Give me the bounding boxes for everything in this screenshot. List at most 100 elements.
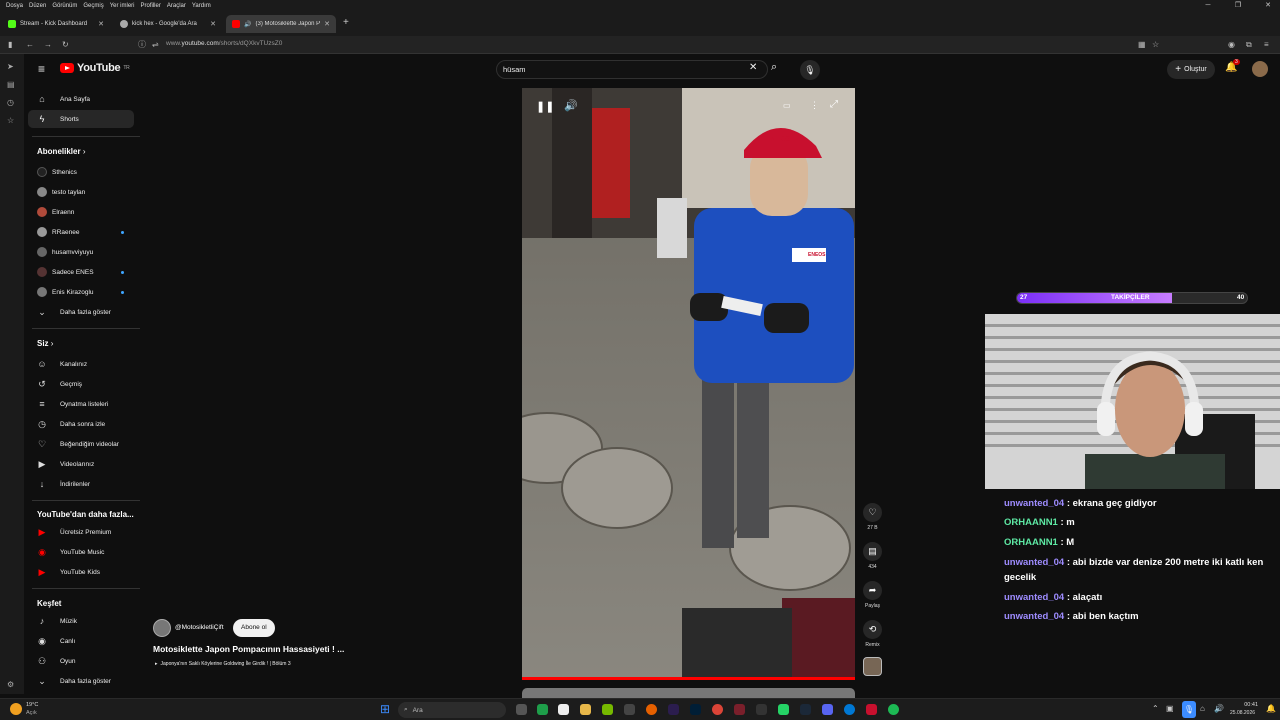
app-icon[interactable] xyxy=(866,704,877,715)
remix-icon[interactable]: ⟲ xyxy=(863,620,882,639)
show-more-button[interactable]: ⌄ Daha fazla göster xyxy=(28,303,134,321)
close-window-icon[interactable]: ✕ xyxy=(1256,0,1280,12)
microphone-active-icon[interactable]: 🎙 xyxy=(1182,701,1196,718)
sidebar-item-kids[interactable]: ▶ YouTube Kids xyxy=(28,563,134,581)
menu-tools[interactable]: Araçlar xyxy=(167,3,186,9)
microphone-icon[interactable]: 🎙 xyxy=(800,60,820,80)
short-title[interactable]: Motosiklette Japon Pompacının Hassasiyet… xyxy=(153,644,344,654)
url-field[interactable]: www.youtube.com/shorts/dQXkvTUzsZ0 xyxy=(166,40,282,47)
task-view-icon[interactable] xyxy=(516,704,527,715)
channel-avatar[interactable] xyxy=(153,619,171,637)
tray-app-icon[interactable]: ▣ xyxy=(1166,704,1174,713)
sidebar-sub-item[interactable]: Enis Kirazoglu xyxy=(28,283,134,301)
sidebar-item-downloads[interactable]: ↓ İndirilenler xyxy=(28,475,134,493)
sidebar-item-your-videos[interactable]: ▶ Videolarınız xyxy=(28,455,134,473)
bookmark-star-icon[interactable]: ☆ xyxy=(1152,40,1159,50)
sidebar-sub-item[interactable]: RRaenee xyxy=(28,223,134,241)
sidebar-sub-item[interactable]: Elraenn xyxy=(28,203,134,221)
photoshop-icon[interactable] xyxy=(690,704,701,715)
tune-icon[interactable]: ⇌ xyxy=(152,40,159,50)
more-options-icon[interactable]: ⋮ xyxy=(810,100,819,111)
tab-kick-dashboard[interactable]: Stream - Kick Dashboard ✕ xyxy=(2,15,110,33)
premiere-icon[interactable] xyxy=(668,704,679,715)
windows-start-icon[interactable]: ⊞ xyxy=(380,703,390,715)
weather-temp[interactable]: 19°C xyxy=(26,702,38,708)
close-tab-icon[interactable]: ✕ xyxy=(210,20,216,28)
heart-icon[interactable]: ♡ xyxy=(863,503,882,522)
steam-icon[interactable] xyxy=(800,704,811,715)
sidebar-item-watch-later[interactable]: ◷ Daha sonra izle xyxy=(28,415,134,433)
share-icon[interactable]: ➦ xyxy=(863,581,882,600)
fullscreen-icon[interactable]: ⤢ xyxy=(830,99,838,110)
whatsapp-icon[interactable] xyxy=(778,704,789,715)
menu-file[interactable]: Dosya xyxy=(6,3,23,9)
menu-history[interactable]: Geçmiş xyxy=(83,3,103,9)
sidebar-item-playlists[interactable]: ≡ Oynatma listeleri xyxy=(28,395,134,413)
page-icon[interactable]: ▤ xyxy=(7,80,15,89)
history-rail-icon[interactable]: ◷ xyxy=(7,98,14,107)
clock-date[interactable]: 25.08.2026 xyxy=(1230,710,1255,716)
create-button[interactable]: + Oluştur xyxy=(1167,60,1215,79)
menu-bookmarks[interactable]: Yer imleri xyxy=(110,3,135,9)
network-icon[interactable]: ⌂ xyxy=(1200,704,1205,713)
file-explorer-icon[interactable] xyxy=(580,704,591,715)
sidebar-item-home[interactable]: ⌂ Ana Sayfa xyxy=(28,90,134,108)
sidebar-item-music[interactable]: ◉ YouTube Music xyxy=(28,543,134,561)
spotify-icon[interactable] xyxy=(888,704,899,715)
playlist-link[interactable]: ▸ Japonya'nın Saklı Köylerine Goldwing İl… xyxy=(155,661,291,667)
sidebar-sub-item[interactable]: Sadece ENES xyxy=(28,263,134,281)
menu-help[interactable]: Yardım xyxy=(192,3,211,9)
sound-thumbnail[interactable] xyxy=(863,657,882,676)
channel-handle[interactable]: @MotosikletliÇift xyxy=(175,624,224,631)
chrome-icon[interactable] xyxy=(712,704,723,715)
sidebar-item-gaming[interactable]: ⚇ Oyun xyxy=(28,652,134,670)
reader-icon[interactable]: ▦ xyxy=(1138,40,1146,50)
subscriptions-heading[interactable]: Abonelikler › xyxy=(37,147,85,156)
search-input[interactable]: hüsam xyxy=(496,60,768,79)
xbox-icon[interactable] xyxy=(537,704,548,715)
app-icon[interactable] xyxy=(734,704,745,715)
site-info-icon[interactable]: ⓘ xyxy=(138,40,146,50)
sidebar-item-premium[interactable]: ▶ Ücretsiz Premium xyxy=(28,523,134,541)
notepad-icon[interactable] xyxy=(558,704,569,715)
taskbar-search[interactable]: ⌕ Ara xyxy=(398,702,506,718)
minimize-icon[interactable]: ─ xyxy=(1196,0,1220,12)
like-action[interactable]: ♡ 27 B xyxy=(860,503,885,531)
menu-icon[interactable]: ≡ xyxy=(1264,40,1269,50)
menu-edit[interactable]: Düzen xyxy=(29,3,46,9)
back-icon[interactable]: ← xyxy=(26,40,34,50)
short-video-player[interactable]: ENEOS ENEOS ❚❚ 🔊 ▭ ⋮ ⤢ xyxy=(522,88,855,680)
extensions-icon[interactable]: ⧉ xyxy=(1246,40,1252,50)
weather-text[interactable]: Açık xyxy=(26,710,37,716)
you-heading[interactable]: Siz › xyxy=(37,339,53,348)
search-icon[interactable]: ⌕ xyxy=(771,61,777,74)
account-icon[interactable]: ◉ xyxy=(1228,40,1235,50)
discord-icon[interactable] xyxy=(822,704,833,715)
weather-icon[interactable] xyxy=(10,703,22,715)
next-short-preview[interactable] xyxy=(522,688,855,698)
remix-action[interactable]: ⟲ Remix xyxy=(860,620,885,648)
tray-chevron-icon[interactable]: ⌃ xyxy=(1152,704,1159,713)
tab-youtube-short[interactable]: 🔊 (3) Motosiklette Japon Pom ✕ xyxy=(226,15,336,33)
settings-gear-icon[interactable]: ⚙ xyxy=(7,680,14,689)
volume-tray-icon[interactable]: 🔊 xyxy=(1214,704,1224,713)
avatar[interactable] xyxy=(1252,61,1268,77)
video-progress-bar[interactable] xyxy=(522,677,855,680)
sidebar-item-liked-videos[interactable]: ♡ Beğendiğim videolar xyxy=(28,435,134,453)
sidebar-item-live[interactable]: ◉ Canlı xyxy=(28,632,134,650)
forward-icon[interactable]: → xyxy=(44,40,52,50)
reload-icon[interactable]: ↻ xyxy=(62,40,69,50)
share-action[interactable]: ➦ Paylaş xyxy=(860,581,885,609)
sidebar-item-music-explore[interactable]: ♪ Müzik xyxy=(28,612,134,630)
sidebar-sub-item[interactable]: Sthenics xyxy=(28,163,134,181)
close-tab-icon[interactable]: ✕ xyxy=(98,20,104,28)
edge-icon[interactable] xyxy=(844,704,855,715)
sidebar-toggle-icon[interactable]: ▮ xyxy=(8,40,12,50)
sidebar-item-shorts[interactable]: ϟ Shorts xyxy=(28,110,134,128)
new-tab-icon[interactable]: + xyxy=(343,17,349,28)
sidebar-item-history[interactable]: ↺ Geçmiş xyxy=(28,375,134,393)
close-tab-icon[interactable]: ✕ xyxy=(324,20,330,28)
comment-icon[interactable]: ▤ xyxy=(863,542,882,561)
subscribe-button[interactable]: Abone ol xyxy=(233,619,275,637)
captions-icon[interactable]: ▭ xyxy=(783,101,791,110)
